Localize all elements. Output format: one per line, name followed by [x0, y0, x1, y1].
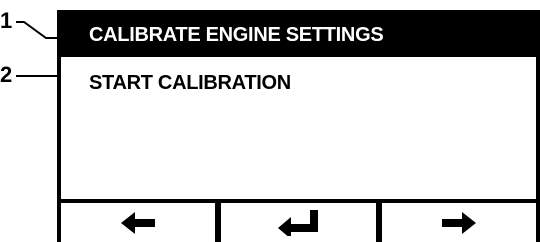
display-title-bar: CALIBRATE ENGINE SETTINGS [61, 14, 536, 57]
menu-item-start-calibration[interactable]: START CALIBRATION [89, 72, 291, 95]
softkey-left[interactable] [61, 203, 215, 242]
lcd-display: CALIBRATE ENGINE SETTINGS START CALIBRAT… [57, 10, 540, 242]
arrow-right-icon [441, 211, 476, 234]
softkey-bar [61, 199, 536, 242]
display-title: CALIBRATE ENGINE SETTINGS [89, 24, 384, 46]
softkey-right[interactable] [375, 203, 536, 242]
callout-1: 1 [0, 10, 60, 40]
softkey-enter[interactable] [215, 203, 375, 242]
arrow-left-icon [121, 211, 156, 234]
callout-2-leader-line [16, 75, 57, 77]
callout-1-leader-line [16, 21, 57, 39]
callout-2: 2 [0, 64, 60, 94]
enter-icon [278, 209, 319, 236]
